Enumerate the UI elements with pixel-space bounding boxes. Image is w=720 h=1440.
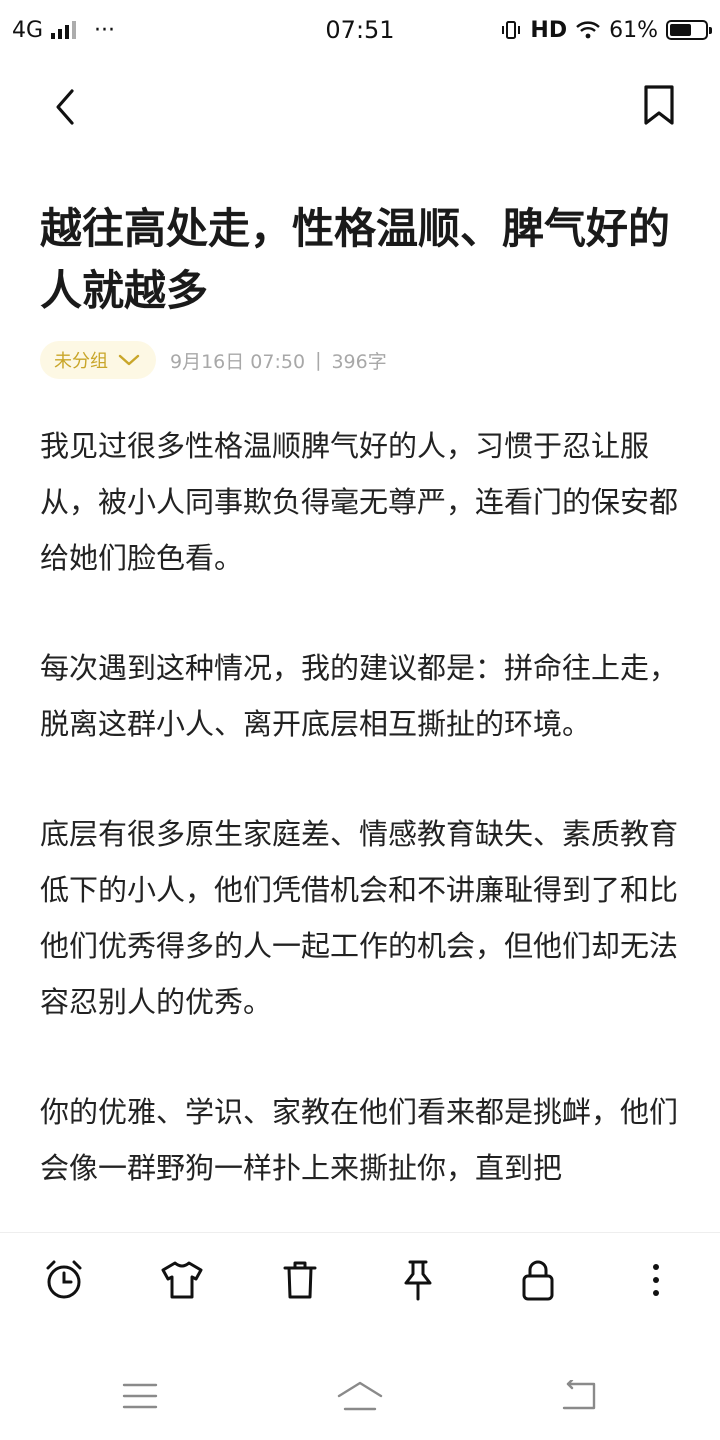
note-content[interactable]: 我见过很多性格温顺脾气好的人，习惯于忍让服从，被小人同事欺负得毫无尊严，连看门的… [40,418,685,1228]
battery-fill [670,24,691,36]
menu-nav-button[interactable] [112,1374,168,1418]
vibrate-icon [502,21,521,39]
alarm-clock-icon [46,1260,82,1299]
back-button[interactable] [40,82,90,132]
meta-separator: | [315,349,322,371]
back-nav-button[interactable] [552,1374,608,1418]
bookmark-icon [644,85,674,125]
word-count: 396字 [331,350,387,373]
paragraph: 每次遇到这种情况，我的建议都是：拼命往上走，脱离这群小人、离开底层相互撕扯的环境… [40,651,679,741]
group-label: 未分组 [54,351,108,372]
lock-button[interactable] [513,1255,563,1305]
status-right: HD 61% [500,17,712,43]
status-left: 4G ··· [12,18,115,43]
status-bar: 4G ··· 07:51 HD 61% [0,0,720,60]
pin-button[interactable] [393,1255,443,1305]
top-bar [0,70,720,140]
paragraph: 我见过很多性格温顺脾气好的人，习惯于忍让服从，被小人同事欺负得毫无尊严，连看门的… [40,429,679,575]
signal-icon [51,21,77,39]
group-selector[interactable]: 未分组 [40,341,156,379]
note-date: 9月16日 07:50 [170,350,306,373]
note-toolbar [0,1232,720,1325]
delete-button[interactable] [275,1255,325,1305]
paragraph: 你的优雅、学识、家教在他们看来都是挑衅，他们会像一群野狗一样扑上来撕扯你，直到把 [40,1095,679,1185]
wifi-icon [576,21,600,39]
battery-icon [666,20,712,40]
menu-icon [122,1383,158,1409]
trash-icon [283,1261,317,1299]
system-navigation [0,1360,720,1440]
hd-badge: HD [530,17,568,43]
notification-dots: ··· [94,17,116,43]
more-button[interactable] [631,1255,681,1305]
note-meta: 未分组 9月16日 07:50 | 396字 [40,340,387,380]
network-type: 4G [12,17,44,43]
bookmark-button[interactable] [634,80,684,130]
note-title[interactable]: 越往高处走，性格温顺、脾气好的人就越多 [40,198,680,322]
battery-percent: 61% [609,17,658,43]
home-nav-button[interactable] [332,1374,388,1418]
lock-icon [522,1260,554,1301]
paragraph: 底层有很多原生家庭差、情感教育缺失、素质教育低下的小人，他们凭借机会和不讲廉耻得… [40,817,679,1019]
more-vertical-icon [653,1264,659,1296]
shirt-icon [161,1261,203,1299]
back-icon [562,1380,596,1410]
pin-icon [404,1260,432,1301]
theme-button[interactable] [157,1255,207,1305]
chevron-left-icon [56,89,74,125]
home-icon [337,1381,383,1411]
reminder-button[interactable] [39,1255,89,1305]
chevron-down-icon [118,354,140,366]
